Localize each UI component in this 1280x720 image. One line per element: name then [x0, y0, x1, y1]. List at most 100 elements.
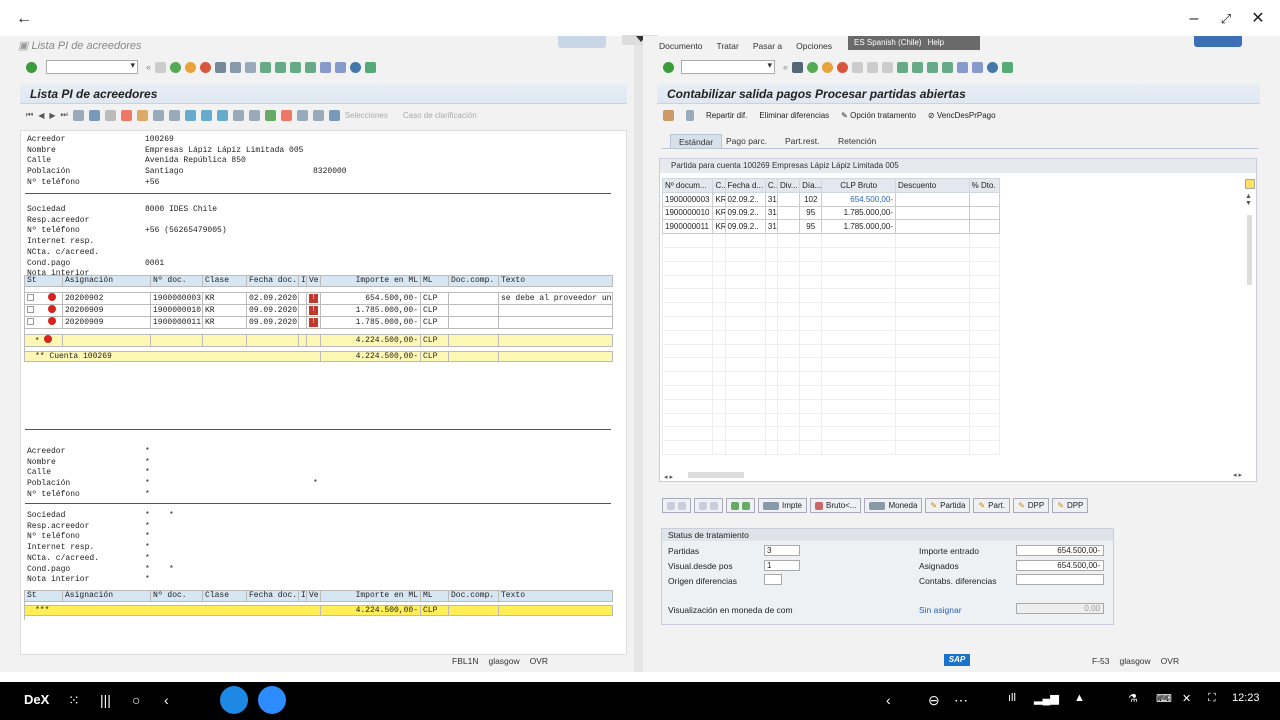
tab-retencion[interactable]: Retención — [830, 134, 884, 149]
next-icon[interactable]: ▶ — [49, 111, 55, 120]
select-block-button[interactable] — [694, 498, 723, 513]
table-settings-icon[interactable] — [1245, 179, 1255, 189]
back-icon[interactable]: « — [146, 62, 151, 72]
table-row[interactable]: 1900000003KR02.09.2..31102654.500,00- — [661, 191, 1001, 207]
edit-icon[interactable] — [686, 109, 694, 121]
keyboard-icon[interactable]: ⌨ — [1156, 692, 1172, 705]
change-icon[interactable] — [88, 109, 100, 121]
pct-dto-cell[interactable] — [968, 219, 1001, 235]
sort-asc-icon[interactable] — [200, 109, 212, 121]
horizontal-scrollbar[interactable]: ◂ ▸ ◂ ▸ — [664, 471, 1242, 481]
info-icon[interactable] — [312, 109, 324, 121]
column-header[interactable]: C.. — [764, 178, 778, 193]
tab-estandar[interactable]: Estándar — [670, 134, 723, 149]
impte-button[interactable]: Impte — [758, 498, 808, 513]
last-page-icon[interactable] — [942, 61, 954, 73]
export-icon[interactable] — [264, 109, 276, 121]
column-header[interactable]: Importe en ML — [320, 590, 421, 602]
menu-tratar[interactable]: Tratar — [716, 41, 738, 51]
close-icon[interactable]: ✕ — [1248, 10, 1268, 28]
origen-diferencias-field[interactable] — [764, 574, 782, 585]
column-header[interactable]: Doc.comp. — [448, 275, 499, 287]
part-button[interactable]: ✎ Part. — [973, 498, 1011, 513]
nav-back-icon[interactable]: ‹ — [164, 692, 169, 708]
new-session-icon[interactable] — [957, 61, 969, 73]
table-row[interactable]: 1900000010KR09.09.2..31951.785.000,00- — [661, 205, 1001, 221]
column-header[interactable]: Ve — [306, 590, 321, 602]
sort-desc-icon[interactable] — [216, 109, 228, 121]
minus-circle-icon[interactable]: ⊖ — [928, 692, 940, 709]
table-row[interactable]: 20200909 1900000011 KR 09.09.2020 ! 1.78… — [24, 315, 613, 329]
menu-opciones[interactable]: Opciones — [796, 41, 832, 51]
eliminar-diferencias-button[interactable]: Eliminar diferencias — [759, 111, 829, 120]
shortcut-icon[interactable] — [972, 61, 984, 73]
visual-desde-field[interactable]: 1 — [764, 560, 800, 571]
first-icon[interactable]: ⏮ — [26, 110, 33, 120]
zoom-app-icon[interactable] — [258, 686, 286, 714]
cancel-icon[interactable] — [200, 61, 212, 73]
home-icon[interactable]: ○ — [132, 692, 140, 708]
layout-icon[interactable] — [1002, 61, 1014, 73]
refresh-icon[interactable] — [168, 109, 180, 121]
table-row[interactable]: 20200909 1900000010 KR 09.09.2020 ! 1.78… — [24, 303, 613, 317]
column-header[interactable]: Fecha d... — [724, 178, 766, 193]
column-header[interactable]: ML — [420, 590, 449, 602]
deselect-icon[interactable] — [120, 109, 132, 121]
column-header[interactable]: Nº docum... — [661, 178, 714, 193]
exit-icon[interactable] — [822, 61, 834, 73]
find-icon[interactable] — [867, 61, 879, 73]
pct-dto-cell[interactable] — [968, 191, 1001, 207]
column-header[interactable]: Texto — [498, 275, 613, 287]
find-next-icon[interactable] — [245, 61, 257, 73]
dpp-button-1[interactable]: ✎ DPP — [1013, 498, 1050, 513]
flask-icon[interactable]: ⚗ — [1128, 692, 1138, 705]
back-nav-icon[interactable] — [170, 61, 182, 73]
selections-icon[interactable] — [328, 109, 340, 121]
column-header[interactable]: I — [298, 590, 307, 602]
column-header[interactable]: % Dto. — [968, 178, 1001, 193]
back-arrow-icon[interactable]: ← — [14, 10, 34, 28]
maximize-icon[interactable]: ⤢ — [1216, 10, 1236, 28]
collapse-icon[interactable]: ‹ — [886, 692, 891, 708]
dex-label[interactable]: DeX — [24, 692, 49, 707]
table-row[interactable]: 1900000011KR09.09.2..31951.785.000,00- — [661, 219, 1001, 235]
minimize-icon[interactable]: – — [1184, 10, 1204, 28]
enter-icon[interactable] — [663, 61, 674, 73]
last-page-icon[interactable] — [305, 61, 317, 73]
tab-part-rest[interactable]: Part.rest. — [777, 134, 827, 149]
column-header[interactable]: Asignación — [62, 275, 151, 287]
enter-icon[interactable] — [26, 61, 37, 73]
column-header[interactable]: St — [24, 590, 63, 602]
column-header[interactable]: CLP Bruto — [821, 178, 896, 193]
window-controls[interactable] — [558, 36, 606, 48]
descuento-cell[interactable] — [894, 219, 970, 235]
partidas-field[interactable]: 3 — [764, 545, 800, 556]
column-header[interactable]: ML — [420, 275, 449, 287]
save-layout-icon[interactable] — [296, 109, 308, 121]
column-header[interactable]: Fecha doc. — [246, 590, 299, 602]
column-header[interactable]: Div... — [776, 178, 801, 193]
moneda-button[interactable]: Moneda — [864, 498, 923, 513]
column-header[interactable]: St — [24, 275, 63, 287]
more-icon[interactable]: ⋯ — [954, 692, 968, 709]
column-header[interactable]: Importe en ML — [320, 275, 421, 287]
shortcut-icon[interactable] — [335, 61, 347, 73]
command-field[interactable] — [46, 60, 138, 74]
exit-icon[interactable] — [185, 61, 197, 73]
column-header[interactable]: Día... — [799, 178, 823, 193]
column-header[interactable]: Asignación — [62, 590, 151, 602]
back-icon[interactable]: « — [783, 62, 788, 72]
cancel-icon[interactable] — [837, 61, 849, 73]
details-icon[interactable] — [136, 109, 148, 121]
tab-pago-parc[interactable]: Pago parc. — [718, 134, 775, 149]
row-checkbox[interactable] — [27, 317, 34, 325]
browser-app-icon[interactable] — [220, 686, 248, 714]
selecciones-button[interactable]: Selecciones — [345, 111, 388, 120]
select-all-icon[interactable] — [104, 109, 116, 121]
first-page-icon[interactable] — [897, 61, 909, 73]
sort-buttons[interactable] — [726, 498, 755, 513]
prev-page-icon[interactable] — [275, 61, 287, 73]
descuento-cell[interactable] — [894, 191, 970, 207]
new-session-icon[interactable] — [320, 61, 332, 73]
help-icon[interactable] — [350, 61, 362, 73]
